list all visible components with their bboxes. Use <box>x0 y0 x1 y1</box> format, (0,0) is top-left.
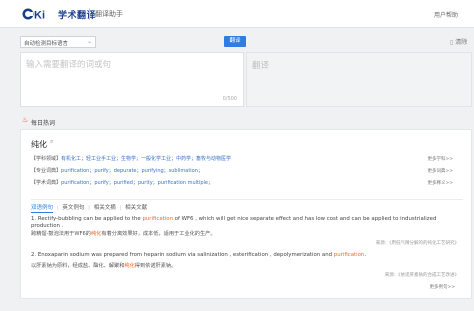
example-text: 2. Enoxaparin sodium was prepared from h… <box>31 252 334 258</box>
example-text: 跨精馏-鼓泡法用于WF6的 <box>31 231 91 237</box>
clear-label: 清除 <box>455 39 468 46</box>
example-tabs: 双语例句 | 英文例句 | 相关文摘 | 相关文献 <box>31 203 149 213</box>
example-sentence-en: 1. Rectify-bubbling can be applied to th… <box>31 216 463 230</box>
tab-related-literature[interactable]: 相关文献 <box>125 203 147 211</box>
term-result-card: 纯化 ⌕ 【学科领域】有机化工；轻工业手工业；生物学；一般化学工业；中药学；畜牧… <box>20 129 472 299</box>
more-definitions-link[interactable]: 更多释义>> <box>427 180 453 186</box>
highlighted-term: purification <box>333 252 365 258</box>
example-text: . <box>364 252 367 258</box>
app-title: 翻译助手 <box>95 10 123 18</box>
logo-text: 学术翻译 <box>58 11 97 21</box>
subject-tags[interactable]: 有机化工；轻工业手工业；生物学；一般化学工业；中药学；畜牧与动物医学 <box>61 156 231 162</box>
professional-dict-tags[interactable]: purification；purify；depurate；purifying；s… <box>61 168 203 174</box>
hot-words-label: 每日热词 <box>31 120 56 127</box>
tab-separator: | <box>119 205 122 211</box>
example-sentence-zh: 以肝素钠为原料，经成盐、酯化、解聚和纯化得到依诺肝素钠。 <box>31 262 176 269</box>
tab-separator: | <box>56 205 59 211</box>
divider <box>31 199 463 200</box>
search-icon[interactable]: ⌕ <box>50 138 53 146</box>
tab-bilingual-examples[interactable]: 双语例句 <box>31 203 54 213</box>
logo-separator <box>89 8 90 20</box>
example-sentence-en: 2. Enoxaparin sodium was prepared from h… <box>31 252 463 259</box>
example-sentence-zh: 跨精馏-鼓泡法用于WF6的纯化有着分离效果好，成本低，适用于工业化的生产。 <box>31 230 216 237</box>
source-placeholder: 输入需要翻译的词或句 <box>26 60 112 70</box>
trash-icon: ▯ <box>450 39 454 46</box>
output-label: 翻译 <box>252 61 270 71</box>
tab-separator: | <box>88 205 90 211</box>
translate-toolbar: 自动检测目标语言 ⌄ 翻译 ▯ 清除 <box>20 36 472 48</box>
highlighted-term: purification <box>142 216 173 222</box>
translate-button[interactable]: 翻译 <box>224 36 246 47</box>
more-examples-link[interactable]: 更多例句>> <box>429 284 455 290</box>
row-label: 【学术词典】 <box>31 180 62 186</box>
example-text: 1. Rectify-bubbling can be applied to th… <box>31 216 143 222</box>
source-text-input[interactable]: 输入需要翻译的词或句 0/500 <box>20 52 244 107</box>
daily-hot-words-header: ♨ 每日热词 <box>20 116 472 128</box>
svg-text:Ki: Ki <box>34 10 45 22</box>
top-bar: Ki 学术翻译 翻译助手 用户帮助 <box>0 0 474 28</box>
user-help-link[interactable]: 用户帮助 <box>434 10 458 19</box>
subject-field-row: 【学科领域】有机化工；轻工业手工业；生物学；一般化学工业；中药学；畜牧与动物医学 <box>31 155 231 162</box>
target-language-select[interactable]: 自动检测目标语言 ⌄ <box>20 36 96 48</box>
cnki-logo-icon: Ki <box>22 8 45 22</box>
flame-icon: ♨ <box>22 116 29 124</box>
example-source-link[interactable]: 来源：《用低气精分解的的纯化工艺研究》 <box>376 240 459 246</box>
term-title: 纯化 <box>31 140 47 149</box>
tab-english-examples[interactable]: 英文例句 <box>62 203 84 211</box>
example-text: 有着分离效果好，成本低，适用于工业化的生产。 <box>101 231 216 237</box>
clear-button[interactable]: ▯ 清除 <box>450 37 467 46</box>
target-language-value: 自动检测目标语言 <box>24 41 69 47</box>
professional-dict-row: 【专业词典】purification；purify；depurate；purif… <box>31 167 203 174</box>
tab-related-abstracts[interactable]: 相关文摘 <box>94 203 116 211</box>
char-count: 0/500 <box>222 96 237 102</box>
translation-output: 翻译 <box>246 52 472 107</box>
more-dicts-link[interactable]: 更多词典>> <box>427 168 453 174</box>
highlighted-term: 纯化 <box>90 231 102 237</box>
highlighted-term: 纯化 <box>124 263 135 269</box>
academic-dict-row: 【学术词典】purification；purify；purified；purit… <box>31 179 213 186</box>
academic-dict-tags[interactable]: purification；purify；purified；purity；puri… <box>61 180 213 186</box>
example-text: 得到依诺肝素钠。 <box>134 263 177 269</box>
example-source-link[interactable]: 来源：《依诺肝素钠的合成工艺改进》 <box>385 272 459 278</box>
chevron-down-icon: ⌄ <box>86 38 92 45</box>
row-label: 【学科领域】 <box>31 156 62 162</box>
more-subjects-link[interactable]: 更多学科>> <box>427 156 453 162</box>
example-text: 以肝素钠为原料，经成盐、酯化、解聚和 <box>31 263 125 269</box>
row-label: 【专业词典】 <box>31 168 62 174</box>
